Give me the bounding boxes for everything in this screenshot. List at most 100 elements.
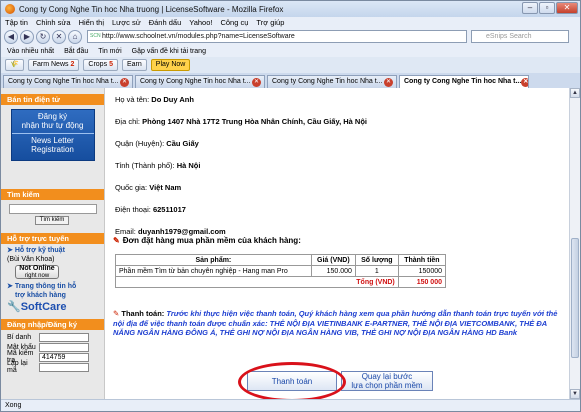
order-heading-text: Đơn đặt hàng mua phần mềm của khách hàng… bbox=[122, 236, 301, 245]
customer-address: Địa chỉ: Phòng 1407 Nhà 17T2 Trung Hòa N… bbox=[115, 117, 367, 126]
crops-button[interactable]: Crops 5 bbox=[83, 59, 118, 71]
customer-district: Quận (Huyện): Cầu Giấy bbox=[115, 139, 199, 148]
order-table: Sản phẩm: Giá (VND) Số lượng Thành tiền … bbox=[115, 254, 447, 288]
sidebar-search-button[interactable]: Tìm kiếm bbox=[35, 216, 69, 225]
table-row: Phần mềm Tìm từ bản chuyên nghiệp - Hang… bbox=[115, 265, 447, 277]
sidebar-search-input[interactable] bbox=[9, 204, 97, 214]
farm-news-button[interactable]: Farm News 2 bbox=[27, 59, 80, 71]
back-to-software-button[interactable]: Quay lại bước lựa chọn phần mềm bbox=[341, 371, 433, 391]
menu-tools[interactable]: Công cụ bbox=[220, 18, 248, 27]
tab-close-icon[interactable]: ✕ bbox=[252, 77, 261, 87]
minimize-button[interactable]: – bbox=[522, 2, 538, 14]
online-status-l2: right now bbox=[24, 273, 50, 279]
maximize-button[interactable]: ▫ bbox=[539, 2, 555, 14]
tab-3[interactable]: Cong ty Cong Nghe Tin hoc Nha t... ✕ bbox=[267, 75, 397, 88]
customer-email: Email: duyanh1979@gmail.com bbox=[115, 227, 226, 236]
bookmarks-bar: Vào nhiều nhất Bắt đầu Tin mới Gặp vấn đ… bbox=[1, 45, 580, 57]
menu-file[interactable]: Tập tin bbox=[5, 18, 28, 27]
menu-bar: Tập tin Chỉnh sửa Hiển thị Lược sử Đánh … bbox=[1, 17, 580, 28]
pencil-icon: ✎ bbox=[113, 236, 120, 245]
back-button-l1: Quay lại bước bbox=[361, 372, 413, 381]
home-icon[interactable]: ⌂ bbox=[68, 29, 82, 44]
tab-1[interactable]: Cong ty Cong Nghe Tin hoc Nha t... ✕ bbox=[3, 75, 133, 88]
scroll-thumb[interactable] bbox=[571, 238, 579, 358]
tab-close-icon[interactable]: ✕ bbox=[384, 77, 393, 87]
stop-icon[interactable]: ✕ bbox=[52, 29, 66, 44]
info-label: Họ và tên: bbox=[115, 95, 150, 104]
tab-4-active[interactable]: Cong ty Cong Nghe Tin hoc Nha t... ✕ bbox=[399, 75, 529, 88]
info-label: Tỉnh (Thành phố): bbox=[115, 161, 175, 170]
page-scrollbar[interactable]: ▲ ▼ bbox=[569, 88, 580, 399]
close-button[interactable]: ✕ bbox=[556, 2, 578, 14]
bookmark-problem[interactable]: Gặp vấn đề khi tải trang bbox=[132, 48, 206, 55]
farmville-logo[interactable]: 🌾 bbox=[5, 59, 24, 71]
cell-product: Phần mềm Tìm từ bản chuyên nghiệp - Hang… bbox=[115, 265, 312, 277]
browser-window: Cong ty Cong Nghe Tin hoc Nha truong | L… bbox=[0, 0, 581, 412]
captcha-input[interactable] bbox=[39, 362, 89, 372]
newsletter-register-banner[interactable]: Đăng ký nhận thư tự động News Letter Reg… bbox=[10, 109, 95, 161]
tab-strip: Cong ty Cong Nghe Tin hoc Nha t... ✕ Cong… bbox=[1, 73, 580, 88]
menu-help[interactable]: Trợ giúp bbox=[256, 18, 284, 27]
highlight-circle bbox=[238, 362, 346, 402]
banner-line4: Registration bbox=[31, 145, 74, 154]
address-bar[interactable]: SCN http://www.schoolnet.vn/modules.php?… bbox=[87, 30, 467, 43]
tab-label: Cong ty Cong Nghe Tin hoc Nha t... bbox=[404, 78, 522, 85]
sidebar: Bán tin điện tử Đăng ký nhận thư tự động… bbox=[1, 88, 105, 399]
bookmark-most-visited[interactable]: Vào nhiều nhất bbox=[7, 48, 54, 55]
scroll-down-icon[interactable]: ▼ bbox=[570, 389, 580, 399]
cell-price: 150.000 bbox=[310, 265, 356, 277]
login-label: Lặp lại mã bbox=[7, 360, 28, 374]
navigation-toolbar: ◀ ▶ ↻ ✕ ⌂ SCN http://www.schoolnet.vn/mo… bbox=[1, 28, 580, 45]
softcare-label: SoftCare bbox=[20, 301, 67, 313]
forward-icon[interactable]: ▶ bbox=[20, 29, 34, 44]
earn-button[interactable]: Earn bbox=[122, 59, 147, 71]
title-bar: Cong ty Cong Nghe Tin hoc Nha truong | L… bbox=[1, 1, 580, 17]
tab-close-icon[interactable]: ✕ bbox=[521, 77, 528, 87]
menu-history[interactable]: Lược sử bbox=[112, 18, 141, 27]
search-input[interactable]: eSnips Search bbox=[471, 30, 569, 43]
scroll-up-icon[interactable]: ▲ bbox=[570, 88, 580, 98]
tab-close-icon[interactable]: ✕ bbox=[120, 77, 129, 87]
menu-view[interactable]: Hiển thị bbox=[79, 18, 104, 27]
bookmark-news[interactable]: Tin mới bbox=[98, 48, 121, 55]
crops-badge: 5 bbox=[109, 61, 113, 68]
customer-province: Tỉnh (Thành phố): Hà Nội bbox=[115, 161, 200, 170]
reload-icon[interactable]: ↻ bbox=[36, 29, 50, 44]
info-label: Email: bbox=[115, 227, 136, 236]
customer-info-l2: trợ khách hàng bbox=[15, 292, 66, 299]
info-label: Địa chỉ: bbox=[115, 117, 141, 126]
info-label: Quận (Huyện): bbox=[115, 139, 165, 148]
menu-edit[interactable]: Chỉnh sửa bbox=[36, 18, 71, 27]
username-field[interactable] bbox=[39, 332, 89, 342]
sidebar-title-support: Hỗ trợ trực tuyến bbox=[1, 233, 104, 244]
back-icon[interactable]: ◀ bbox=[4, 29, 18, 44]
customer-info-link[interactable]: ➤ Trang thông tin hỗ trợ khách hàng bbox=[7, 282, 104, 300]
col-qty: Số lượng bbox=[354, 254, 399, 266]
col-price: Giá (VND) bbox=[310, 254, 356, 266]
login-label: Bí danh bbox=[7, 333, 32, 341]
sidebar-title-search: Tìm kiếm bbox=[1, 189, 104, 200]
crops-label: Crops bbox=[88, 61, 108, 68]
captcha-code: 414759 bbox=[39, 352, 89, 362]
info-value: duyanh1979@gmail.com bbox=[137, 227, 226, 236]
sidebar-title-login: Đăng nhập/Đăng ký bbox=[1, 319, 104, 330]
info-value: 62511017 bbox=[152, 205, 186, 214]
banner-line1: Đăng ký bbox=[37, 112, 68, 121]
info-value: Phòng 1407 Nhà 17T2 Trung Hòa Nhân Chính… bbox=[142, 117, 368, 126]
password-field[interactable] bbox=[39, 342, 89, 352]
tab-2[interactable]: Cong ty Cong Nghe Tin hoc Nha t... ✕ bbox=[135, 75, 265, 88]
col-product: Sản phẩm: bbox=[115, 254, 312, 266]
bookmark-getting-started[interactable]: Bắt đầu bbox=[64, 48, 88, 55]
total-label: Tổng (VND) bbox=[115, 276, 399, 288]
play-now-button[interactable]: Play Now bbox=[150, 59, 191, 71]
payment-note: ✎ Thanh toán: Trước khi thực hiện việc t… bbox=[113, 309, 568, 338]
farm-news-badge: 2 bbox=[70, 61, 75, 68]
banner-line2: nhận thư tự động bbox=[21, 121, 84, 130]
customer-country: Quốc gia: Việt Nam bbox=[115, 183, 181, 192]
online-status-badge[interactable]: Not Online right now bbox=[15, 265, 59, 279]
menu-yahoo[interactable]: Yahoo! bbox=[189, 18, 212, 27]
tech-support-link[interactable]: ➤ Hỗ trợ kỹ thuật bbox=[7, 246, 104, 255]
status-bar: Xong bbox=[1, 399, 580, 411]
menu-bookmarks[interactable]: Đánh dấu bbox=[149, 18, 182, 27]
softcare-logo[interactable]: 🔧SoftCare bbox=[1, 300, 104, 313]
